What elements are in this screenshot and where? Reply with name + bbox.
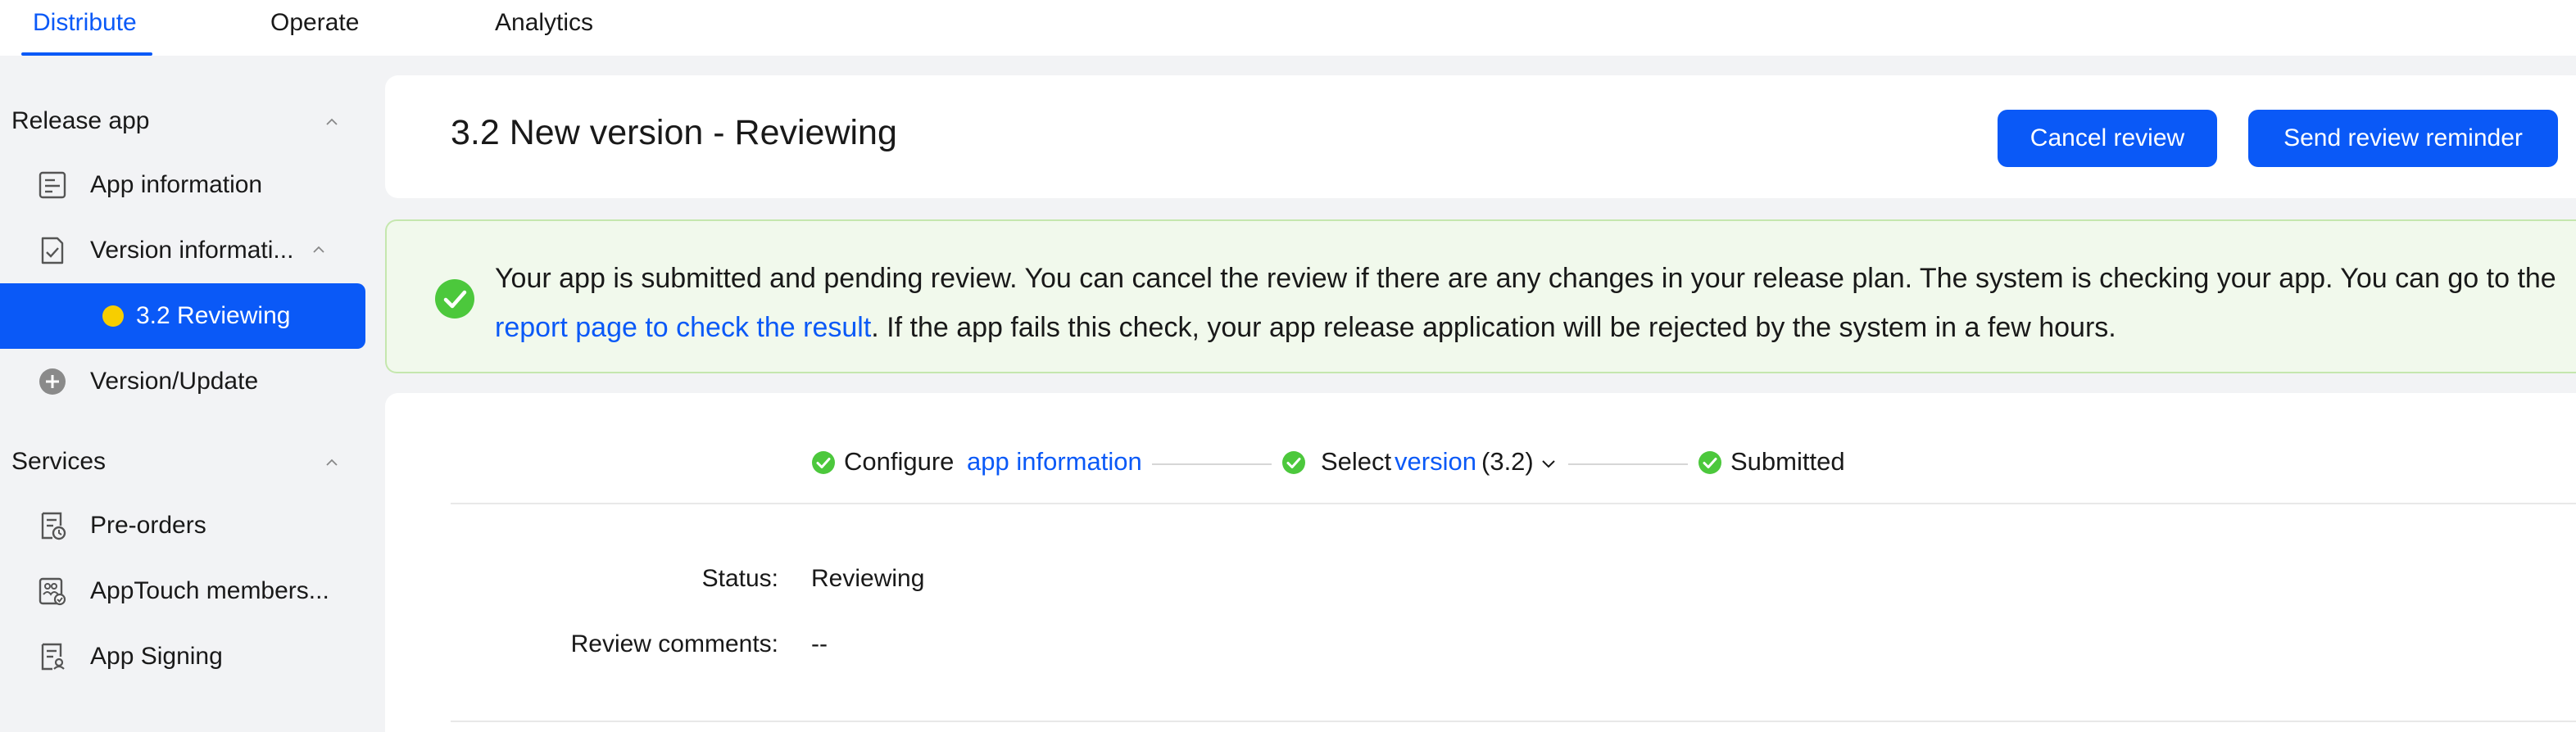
sidebar-item-app-signing[interactable]: App Signing: [0, 624, 365, 689]
sidebar-item-label: Version/Update: [90, 368, 259, 395]
divider: [451, 503, 2576, 504]
sidebar-item-label: 3.2 Reviewing: [136, 302, 291, 329]
header-card: 3.2 New version - Reviewing Cancel revie…: [385, 75, 2576, 198]
section-services[interactable]: Services: [11, 437, 339, 486]
sidebar-item-label: Pre-orders: [90, 512, 206, 539]
tab-distribute[interactable]: Distribute: [33, 0, 137, 56]
review-comments-value: --: [811, 630, 828, 657]
sidebar-item-pre-orders[interactable]: Pre-orders: [0, 493, 365, 558]
sidebar-item-label: Version informati...: [90, 237, 294, 264]
chevron-up-icon: [326, 459, 338, 466]
chevron-up-icon: [326, 118, 338, 125]
notice-text: Your app is submitted and pending review…: [495, 254, 2576, 352]
page-title: 3.2 New version - Reviewing: [451, 113, 897, 152]
sidebar: Release app App information Version info…: [0, 56, 383, 732]
send-review-reminder-button[interactable]: Send review reminder: [2248, 110, 2558, 167]
status-dot: [102, 305, 124, 327]
top-nav: Distribute Operate Analytics: [0, 0, 2576, 56]
notice-line-2: report page to check the result. If the …: [495, 303, 2576, 352]
review-notice-banner: Your app is submitted and pending review…: [385, 219, 2576, 373]
step-select-text: Select: [1321, 447, 1392, 476]
progress-steps: Configure app information Select version…: [385, 439, 2576, 480]
chevron-up-icon: [313, 246, 324, 253]
version-value: (3.2): [1481, 447, 1534, 476]
success-check-icon: [435, 279, 474, 319]
main-card: Configure app information Select version…: [385, 393, 2576, 732]
cancel-review-button[interactable]: Cancel review: [1998, 110, 2217, 167]
review-comments-label: Review comments:: [570, 630, 778, 657]
notice-line-1: Your app is submitted and pending review…: [495, 263, 2556, 294]
pre-orders-icon: [41, 512, 66, 540]
step-complete-icon: [1282, 451, 1305, 474]
divider: [451, 721, 2576, 722]
version-link[interactable]: version: [1395, 445, 1476, 478]
sidebar-item-app-information[interactable]: App information: [0, 152, 365, 218]
step-complete-icon: [1698, 451, 1721, 474]
section-title: Services: [11, 448, 107, 475]
sidebar-item-apptouch-members[interactable]: AppTouch members...: [0, 558, 365, 624]
status-value: Reviewing: [811, 565, 925, 592]
step-connector: [1568, 463, 1688, 465]
section-release-app[interactable]: Release app: [11, 97, 339, 146]
step-submitted-text: Submitted: [1730, 447, 1845, 476]
sidebar-item-label: App information: [90, 171, 263, 198]
step-complete-icon: [812, 451, 835, 474]
sidebar-item-version-update[interactable]: Version/Update: [0, 349, 365, 414]
sidebar-item-version-information[interactable]: Version informati...: [0, 218, 365, 283]
report-page-link[interactable]: report page to check the result: [495, 312, 871, 343]
members-icon: [39, 577, 66, 606]
app-signing-icon: [41, 643, 65, 671]
tab-analytics[interactable]: Analytics: [495, 0, 593, 56]
add-circle-icon: [39, 368, 66, 395]
version-info-icon: [41, 237, 64, 264]
section-title: Release app: [11, 107, 150, 134]
tab-operate[interactable]: Operate: [270, 0, 359, 56]
sidebar-item-3-2-reviewing[interactable]: 3.2 Reviewing: [0, 283, 365, 349]
status-label: Status:: [701, 565, 778, 592]
step-configure-text: Configure: [844, 447, 955, 476]
chevron-down-icon[interactable]: [1540, 455, 1557, 472]
sidebar-item-label: AppTouch members...: [90, 577, 329, 604]
step-connector: [1152, 463, 1272, 465]
sidebar-item-label: App Signing: [90, 643, 223, 670]
app-info-icon: [39, 171, 66, 199]
app-information-link[interactable]: app information: [967, 445, 1142, 478]
notice-line-2-text: . If the app fails this check, your app …: [871, 312, 2116, 343]
